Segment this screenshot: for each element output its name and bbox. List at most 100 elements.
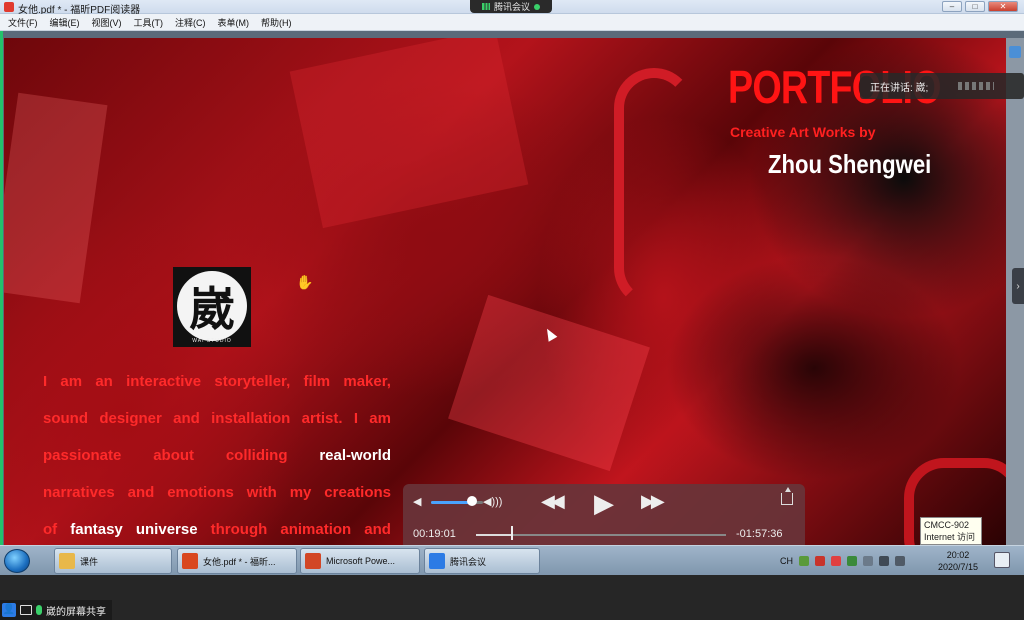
pdf-page[interactable]: PORTFOLIO Creative Art Works by Zhou She… xyxy=(4,38,1006,546)
rewind-icon[interactable]: ◀◀ xyxy=(541,491,565,512)
bio-word-highlight: fantasy xyxy=(70,521,123,538)
progress-knob[interactable] xyxy=(511,526,513,540)
bio-word: am xyxy=(60,373,83,390)
play-icon[interactable]: ▶ xyxy=(594,488,614,519)
bio-word: narratives xyxy=(43,484,115,501)
taskbar-item-label: 女他.pdf * - 福昕... xyxy=(203,556,276,567)
bio-word: an xyxy=(95,373,113,390)
clock-date: 2020/7/15 xyxy=(937,562,979,572)
logo-glyph: 崴 xyxy=(189,282,235,336)
speaking-indicator: 正在讲话: 崴; xyxy=(860,73,1024,99)
wai-studio-logo: 崴 WAI STUDIO xyxy=(173,267,251,347)
bio-word: emotions xyxy=(167,484,234,501)
progress-fill xyxy=(476,534,511,536)
taskbar-item-folder[interactable]: 课件 xyxy=(54,548,172,574)
media-player: ◀ ◀))) ◀◀ ▶ ▶▶ 00:19:01 -01:57:36 xyxy=(403,484,805,550)
meeting-tab[interactable]: 腾讯会议 xyxy=(470,0,552,13)
close-button[interactable]: ✕ xyxy=(988,1,1018,12)
bio-word: and xyxy=(173,410,200,427)
system-tray: CH xyxy=(780,550,905,572)
bio-word: creations xyxy=(324,484,391,501)
bio-word: through xyxy=(210,521,268,538)
tray-app-icon[interactable] xyxy=(799,556,809,566)
bio-line: I am an interactive storyteller, film ma… xyxy=(43,363,391,400)
maximize-button[interactable]: □ xyxy=(965,1,985,12)
author-name: Zhou Shengwei xyxy=(768,149,932,179)
bio-word: and xyxy=(364,521,391,538)
menu-view[interactable]: 视图(V) xyxy=(92,16,122,29)
screen-share-bar: 👤 崴的屏幕共享 xyxy=(0,575,1024,620)
menu-form[interactable]: 表单(M) xyxy=(218,16,250,29)
fast-forward-icon[interactable]: ▶▶ xyxy=(641,491,665,512)
bio-line: sound designer and installation artist. … xyxy=(43,400,391,437)
progress-track[interactable] xyxy=(476,534,726,536)
show-desktop-button[interactable] xyxy=(994,552,1010,568)
share-icon[interactable] xyxy=(781,487,793,505)
artwork-block xyxy=(448,294,650,472)
menu-tools[interactable]: 工具(T) xyxy=(134,16,164,29)
status-dot-icon xyxy=(534,3,540,10)
taskbar-item-powerpoint[interactable]: Microsoft Powe... xyxy=(300,548,420,574)
powerpoint-icon xyxy=(305,553,321,569)
bio-line: passionate about colliding real-world xyxy=(43,437,391,474)
taskbar-item-label: Microsoft Powe... xyxy=(326,556,396,566)
bio-line: narratives and emotions with my creation… xyxy=(43,474,391,511)
menu-file[interactable]: 文件(F) xyxy=(8,16,38,29)
tencent-meeting-icon xyxy=(429,553,445,569)
minimize-button[interactable]: – xyxy=(942,1,962,12)
bio-word: artist. xyxy=(301,410,343,427)
bio-word: I xyxy=(353,410,358,427)
share-label: 崴的屏幕共享 xyxy=(46,606,106,618)
elapsed-time: 00:19:01 xyxy=(413,528,456,540)
tray-alert-icon[interactable] xyxy=(831,556,841,566)
screen: 女他.pdf * - 福昕PDF阅读器 腾讯会议 – □ ✕ 文件(F) 编辑(… xyxy=(0,0,1024,620)
clock-time: 20:02 xyxy=(946,550,970,560)
action-center-icon[interactable] xyxy=(863,556,873,566)
volume-high-icon[interactable]: ◀))) xyxy=(483,495,502,508)
input-language[interactable]: CH xyxy=(780,556,793,566)
user-icon[interactable]: 👤 xyxy=(2,603,16,617)
bio-word-highlight: universe xyxy=(135,521,198,538)
menu-help[interactable]: 帮助(H) xyxy=(261,16,292,29)
bio-word: interactive xyxy=(126,373,202,390)
artwork-hose xyxy=(614,68,694,308)
network-icon[interactable] xyxy=(879,556,889,566)
bio-word: colliding xyxy=(225,447,288,464)
tooltip-network-name: CMCC-902 xyxy=(924,520,970,530)
bio-word: installation xyxy=(211,410,291,427)
speaker-icon[interactable] xyxy=(895,556,905,566)
bio-word: and xyxy=(127,484,155,501)
expand-panel-button[interactable]: › xyxy=(1012,268,1024,304)
menu-edit[interactable]: 编辑(E) xyxy=(50,16,80,29)
title-bar: 女他.pdf * - 福昕PDF阅读器 腾讯会议 – □ ✕ xyxy=(0,0,1024,16)
bio-word: am xyxy=(369,410,391,427)
volume-slider-knob[interactable] xyxy=(467,496,477,506)
taskbar-item-label: 腾讯会议 xyxy=(450,556,487,567)
foxit-app-icon xyxy=(4,2,14,12)
shield-icon[interactable] xyxy=(847,556,857,566)
bio-paragraph: I am an interactive storyteller, film ma… xyxy=(43,363,391,546)
artwork-block xyxy=(4,92,108,304)
panel-toggle-icon[interactable] xyxy=(1009,46,1021,58)
tray-security-icon[interactable] xyxy=(815,556,825,566)
system-clock[interactable]: 20:02 2020/7/15 xyxy=(934,549,982,573)
logo-studio-text: WAI STUDIO xyxy=(192,338,232,344)
remaining-time: -01:57:36 xyxy=(736,528,783,540)
taskbar-item-pdf[interactable]: 女他.pdf * - 福昕... xyxy=(177,548,297,574)
start-button[interactable] xyxy=(4,549,30,573)
bio-word: film xyxy=(303,373,331,390)
folder-icon xyxy=(59,553,75,569)
meeting-tab-label: 腾讯会议 xyxy=(493,2,530,12)
taskbar-item-meeting[interactable]: 腾讯会议 xyxy=(424,548,540,574)
artwork-block xyxy=(289,38,529,229)
screen-share-icon[interactable] xyxy=(20,605,32,615)
menu-comment[interactable]: 注释(C) xyxy=(175,16,206,29)
window-controls: – □ ✕ xyxy=(942,1,1018,12)
bio-word: of xyxy=(43,521,58,538)
foxit-icon xyxy=(182,553,198,569)
bio-word: with xyxy=(246,484,277,501)
portfolio-subtitle: Creative Art Works by xyxy=(730,124,876,140)
volume-low-icon[interactable]: ◀ xyxy=(413,495,421,508)
audio-level-icon xyxy=(958,82,995,90)
microphone-icon[interactable] xyxy=(36,605,42,615)
